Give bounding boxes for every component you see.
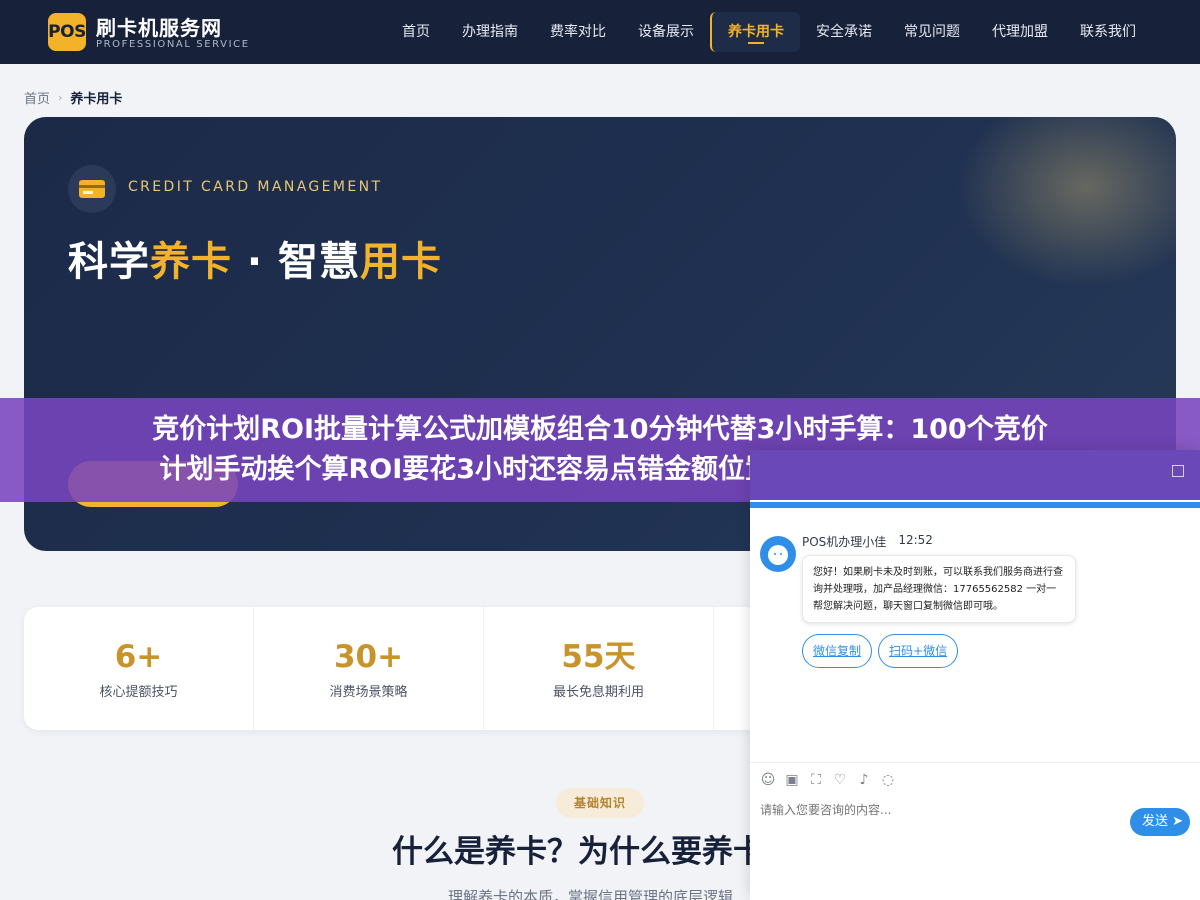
stat-item: 6+ 核心提额技巧 <box>24 607 254 730</box>
stat-value: 6+ <box>114 639 163 675</box>
nav-item-guide[interactable]: 办理指南 <box>446 12 534 52</box>
breadcrumb-home-link[interactable]: 首页 <box>24 88 50 107</box>
message-meta: POS机办理小佳 12:52 <box>802 533 933 550</box>
send-label: 发送 <box>1142 814 1169 829</box>
stat-item: 30+ 消费场景策略 <box>254 607 484 730</box>
section-subtitle: 理解养卡的本质，掌握信用管理的底层逻辑 <box>448 888 734 900</box>
chat-accent-bar <box>750 502 1200 508</box>
hero-title-part4: 用卡 <box>360 239 443 285</box>
section-title: 什么是养卡？为什么要养卡 <box>392 834 764 870</box>
section-tag: 基础知识 <box>556 788 644 818</box>
message-bubble: 您好！如果刷卡未及时到账，可以联系我们服务商进行查询并处理哦，加产品经理微信：1… <box>802 555 1076 623</box>
emoji-icon[interactable]: ☺ <box>760 772 776 788</box>
nav-item-contact[interactable]: 联系我们 <box>1064 12 1152 52</box>
chat-message-input[interactable] <box>760 800 1120 820</box>
sound-icon[interactable]: ♪ <box>856 772 872 788</box>
breadcrumb-current: 养卡用卡 <box>70 92 123 107</box>
site-subtitle: PROFESSIONAL SERVICE <box>96 39 250 50</box>
logo-mark[interactable]: POS <box>48 13 86 51</box>
main-nav: 首页 办理指南 费率对比 设备展示 养卡用卡 安全承诺 常见问题 代理加盟 联系… <box>386 12 1152 52</box>
hero-icon-circle <box>68 165 116 213</box>
credit-card-icon <box>79 180 105 198</box>
screenshot-icon[interactable]: ⛶ <box>808 772 824 788</box>
breadcrumb: 首页 › 养卡用卡 <box>24 88 122 107</box>
nav-item-home[interactable]: 首页 <box>386 12 446 52</box>
message-time: 12:52 <box>898 533 933 547</box>
stat-value: 55天 <box>561 639 636 675</box>
nav-item-rates[interactable]: 费率对比 <box>534 12 622 52</box>
nav-item-faq[interactable]: 常见问题 <box>888 12 976 52</box>
stat-label: 最长免息期利用 <box>552 685 644 700</box>
image-icon[interactable]: ▣ <box>784 772 800 788</box>
send-arrow-icon: ➤ <box>1172 814 1183 829</box>
stat-value: 30+ <box>333 639 404 675</box>
stat-label: 消费场景策略 <box>329 685 408 700</box>
scan-wechat-button[interactable]: 扫码+微信 <box>878 634 959 668</box>
agent-avatar <box>760 536 796 572</box>
promo-line-1: 竞价计划ROI批量计算公式加模板组合10分钟代替3小时手算：100个竞价 <box>152 414 1048 445</box>
rating-icon[interactable]: ♡ <box>832 772 848 788</box>
hero-eyebrow: CREDIT CARD MANAGEMENT <box>128 179 383 195</box>
quick-reply-buttons: 微信复制 扫码+微信 <box>802 634 959 668</box>
site-title[interactable]: 刷卡机服务网 <box>96 12 222 41</box>
hero-title-part3: · 智慧 <box>232 239 361 285</box>
hero-title-part2: 养卡 <box>150 239 232 285</box>
nav-item-devices[interactable]: 设备展示 <box>622 12 710 52</box>
top-navigation-bar: POS 刷卡机服务网 PROFESSIONAL SERVICE 首页 办理指南 … <box>0 0 1200 64</box>
agent-name: POS机办理小佳 <box>802 535 887 549</box>
send-button[interactable]: 发送 ➤ <box>1130 808 1190 836</box>
history-icon[interactable]: ◌ <box>880 772 896 788</box>
chat-widget: POS机办理小佳 12:52 您好！如果刷卡未及时到账，可以联系我们服务商进行查… <box>750 450 1200 900</box>
stat-label: 核心提额技巧 <box>99 685 178 700</box>
nav-item-agency[interactable]: 代理加盟 <box>976 12 1064 52</box>
chat-header <box>750 450 1200 500</box>
hero-title: 科学养卡 · 智慧用卡 <box>68 229 442 287</box>
breadcrumb-separator: › <box>58 91 63 104</box>
stat-item: 55天 最长免息期利用 <box>484 607 714 730</box>
agent-face-icon <box>768 545 788 565</box>
hero-title-part1: 科学 <box>68 239 150 285</box>
hero-glow <box>956 117 1176 287</box>
maximize-icon[interactable] <box>1172 465 1184 477</box>
nav-item-security[interactable]: 安全承诺 <box>800 12 888 52</box>
nav-item-card-care[interactable]: 养卡用卡 <box>710 12 800 52</box>
chat-toolbar: ☺ ▣ ⛶ ♡ ♪ ◌ <box>750 762 1200 796</box>
copy-wechat-button[interactable]: 微信复制 <box>802 634 873 668</box>
